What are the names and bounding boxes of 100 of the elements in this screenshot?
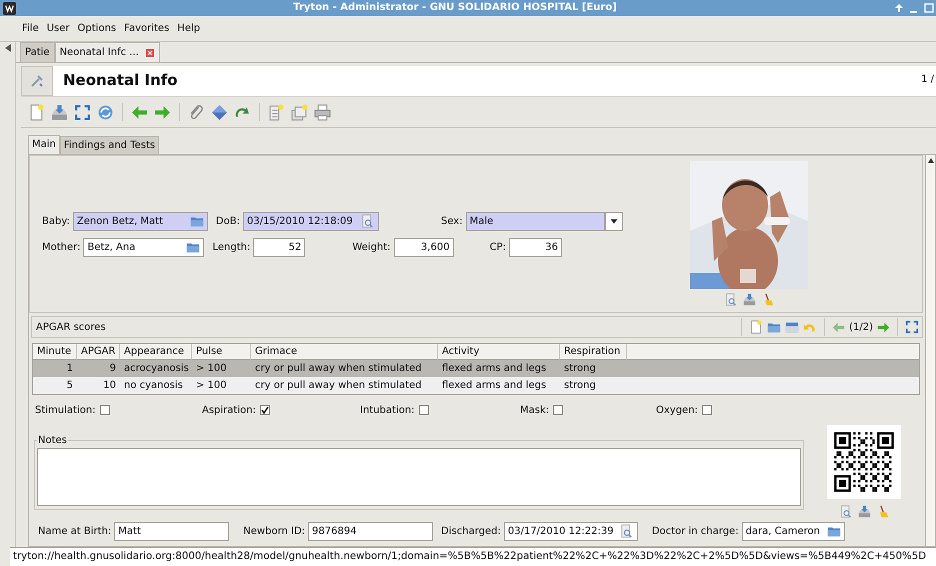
table-cell-text: > 100: [195, 379, 228, 393]
page-counter: (1/2): [849, 320, 873, 334]
checkbox[interactable]: [418, 405, 429, 415]
arrow-left-icon[interactable]: [832, 320, 846, 334]
input-field[interactable]: 03/17/2010 12:22:39: [504, 522, 638, 540]
field-label: Name at Birth:: [37, 524, 112, 538]
arrow-right-icon[interactable]: [877, 320, 890, 334]
input-field[interactable]: 9876894: [308, 522, 434, 540]
table-cell-text: strong: [563, 362, 597, 376]
table-cell-text: > 100: [195, 362, 228, 376]
field-label: Doctor in charge:: [650, 524, 740, 538]
input-field[interactable]: Male: [466, 212, 605, 230]
table-cell-text: no cyanosis: [123, 379, 184, 393]
input-field[interactable]: 03/15/2010 12:18:09: [242, 212, 379, 230]
tools-button[interactable]: [21, 66, 53, 96]
menu-item[interactable]: Favorites: [120, 16, 174, 41]
checkbox[interactable]: [702, 405, 712, 415]
maximize-icon[interactable]: [924, 3, 934, 13]
menu-item[interactable]: File: [18, 16, 43, 41]
field-label: Sex:: [440, 214, 464, 228]
search-icon[interactable]: [724, 293, 738, 306]
menu-item[interactable]: User: [42, 16, 74, 41]
field-label: CP:: [488, 240, 507, 254]
reload-icon[interactable]: [97, 104, 114, 120]
table-row[interactable]: 5 10 no cyanosis > 100 cry or pull away when stimulated flexed arms and legs strong: [33, 377, 919, 394]
save-icon[interactable]: [742, 293, 756, 306]
form-tab[interactable]: Main: [28, 135, 60, 154]
search-icon[interactable]: [620, 524, 634, 538]
field-label: Weight:: [351, 240, 392, 254]
table-cell-text: acrocyanosis: [123, 362, 190, 376]
menu-item[interactable]: Help: [173, 16, 204, 41]
checkbox[interactable]: [260, 405, 270, 415]
new-document-icon[interactable]: [28, 104, 45, 120]
checkbox-label: Aspiration:: [202, 404, 256, 418]
expand-icon[interactable]: [74, 104, 91, 120]
input-field[interactable]: 52: [253, 238, 306, 256]
column-header[interactable]: Appearance: [120, 344, 192, 360]
new-document-icon[interactable]: [749, 320, 764, 334]
arrow-left-icon[interactable]: [131, 104, 148, 120]
column-header[interactable]: APGAR: [77, 344, 120, 360]
notes-field[interactable]: [37, 448, 801, 506]
close-icon[interactable]: [145, 48, 156, 58]
table-cell-text: 5: [66, 379, 74, 393]
document-tab[interactable]: Neonatal Infc ...: [54, 42, 160, 62]
expand-icon[interactable]: [905, 320, 919, 334]
table-cell-text: 9: [108, 362, 117, 376]
checkbox-label: Stimulation:: [35, 404, 96, 418]
save-icon[interactable]: [785, 320, 800, 334]
table-cell-text: flexed arms and legs: [441, 362, 548, 376]
diamond-icon[interactable]: [211, 104, 228, 120]
field-label: Length:: [211, 240, 252, 254]
document-stack-icon[interactable]: [291, 104, 308, 120]
field-label: DoB:: [214, 214, 241, 228]
save-icon[interactable]: [858, 505, 870, 518]
report-icon[interactable]: [268, 104, 285, 120]
input-field[interactable]: dara, Cameron: [742, 522, 845, 540]
input-field[interactable]: Zenon Betz, Matt: [72, 212, 208, 230]
search-icon[interactable]: [360, 214, 375, 228]
column-header[interactable]: Grimace: [251, 344, 438, 360]
checkbox[interactable]: [553, 405, 564, 415]
menu-item[interactable]: Options: [74, 16, 120, 41]
checkbox-label: Oxygen:: [656, 404, 698, 418]
save-icon[interactable]: [51, 104, 68, 120]
input-field[interactable]: 36: [508, 238, 562, 256]
table-cell-text: cry or pull away when stimulated: [254, 362, 423, 376]
status-bar: tryton://health.gnusolidario.org:8000/health28/model/gnuhealth.newborn/1;domain=%5B%5B%22patient%22%2C+%22%3D%22%2C+2%5D%5D&views=%5B449%2C+450%5D: [10, 547, 936, 566]
collapse-arrow-icon[interactable]: [4, 44, 10, 52]
scrollbar[interactable]: [925, 155, 935, 546]
column-header[interactable]: Activity: [438, 344, 560, 360]
column-header[interactable]: Minute: [33, 344, 77, 360]
column-header[interactable]: Pulse: [192, 344, 251, 360]
checkbox-label: Mask:: [520, 404, 550, 418]
table-cell-text: cry or pull away when stimulated: [254, 379, 423, 393]
table-row[interactable]: 1 9 acrocyanosis > 100 cry or pull away when stimulated flexed arms and legs strong: [33, 360, 919, 377]
form-title: Neonatal Info: [53, 66, 922, 96]
dropdown-button[interactable]: [604, 212, 623, 230]
document-tab[interactable]: Patie: [20, 42, 55, 62]
table-cell-text: flexed arms and legs: [441, 379, 548, 393]
input-field[interactable]: Matt: [114, 522, 230, 540]
app-logo-icon[interactable]: [3, 2, 16, 14]
field-label: Baby:: [41, 214, 71, 228]
input-field[interactable]: Betz, Ana: [83, 238, 204, 256]
table-cell-text: 1: [66, 362, 74, 376]
record-counter: 1 /: [921, 66, 936, 96]
search-icon[interactable]: [840, 505, 852, 518]
input-field[interactable]: 3,600: [394, 238, 454, 256]
table-cell-text: strong: [563, 379, 597, 393]
column-header[interactable]: Respiration: [560, 344, 627, 360]
checkbox[interactable]: [100, 405, 110, 415]
checkbox-label: Intubation:: [360, 404, 415, 418]
printer-icon[interactable]: [314, 104, 331, 120]
section-title: APGAR scores: [36, 320, 107, 334]
table-cell-text: 10: [102, 379, 117, 393]
arrow-right-icon[interactable]: [154, 104, 171, 120]
paperclip-icon[interactable]: [188, 104, 205, 120]
arrow-up-icon[interactable]: [926, 157, 934, 165]
field-label: Mother:: [41, 240, 82, 254]
field-label: Discharged:: [440, 524, 502, 538]
form-tab[interactable]: Findings and Tests: [60, 136, 160, 154]
window-title: Tryton - Administrator - GNU SOLIDARIO HOSPITAL [Euro]: [292, 1, 618, 15]
